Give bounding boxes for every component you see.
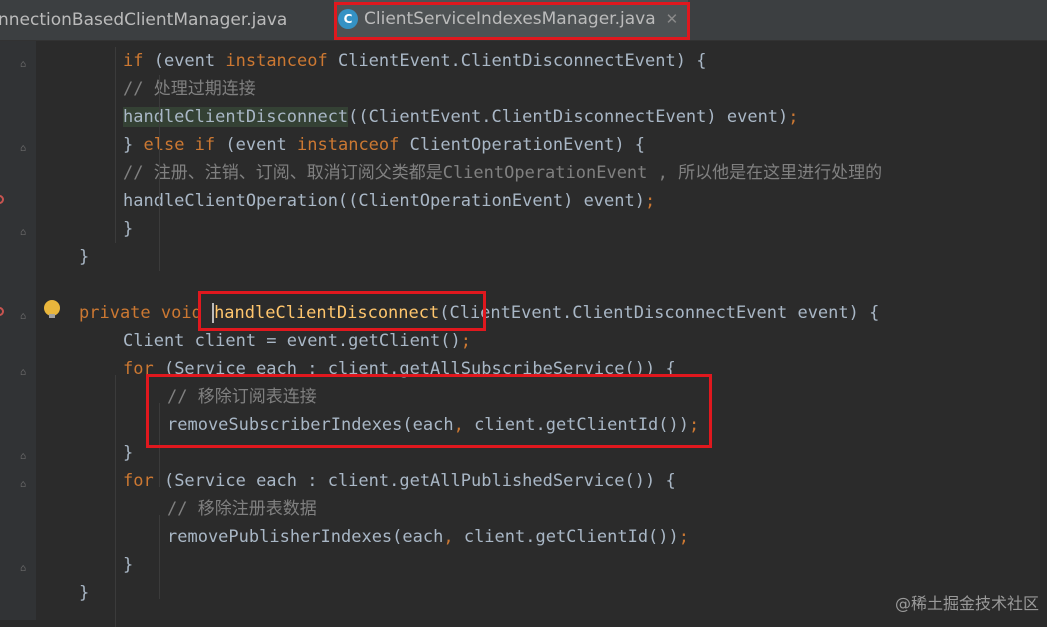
code-token: else if — [143, 135, 216, 155]
code-token: } — [123, 219, 134, 239]
code-token: ; — [678, 527, 690, 547]
code-token: (ClientEvent.ClientDisconnectEvent event… — [439, 303, 880, 323]
tab-connection-based-client-manager[interactable]: nnectionBasedClientManager.java — [0, 0, 287, 40]
fold-marker-icon[interactable]: ⌂ — [20, 228, 30, 238]
fold-marker-icon[interactable]: ⌂ — [20, 452, 30, 462]
code-line[interactable]: // 移除注册表数据 — [167, 495, 317, 523]
code-line[interactable]: // 注册、注销、订阅、取消订阅父类都是ClientOperationEvent… — [123, 159, 882, 187]
tab-label: nnectionBasedClientManager.java — [0, 10, 288, 30]
editor-gutter[interactable] — [0, 41, 36, 620]
code-line[interactable]: Client client = event.getClient(); — [123, 327, 471, 355]
code-token: // 处理过期连接 — [123, 79, 256, 99]
code-token: } — [123, 135, 144, 155]
fold-marker-icon[interactable]: ⌂ — [20, 368, 30, 378]
indent-guide — [115, 47, 116, 243]
code-token: instanceof — [297, 135, 400, 155]
highlight-box-subscriber — [146, 374, 712, 448]
code-token: (event — [215, 135, 298, 155]
indent-guide — [159, 75, 160, 271]
code-token: , — [443, 527, 454, 547]
indent-guide — [159, 515, 160, 599]
highlight-box-tab — [334, 2, 690, 40]
code-token: handleClientOperation((ClientOperationEv… — [123, 191, 645, 211]
code-token: } — [79, 247, 90, 267]
code-line[interactable]: } else if (event instanceof ClientOperat… — [123, 131, 645, 159]
code-token: } — [79, 583, 90, 603]
code-line[interactable]: for (Service each : client.getAllPublish… — [123, 467, 676, 495]
code-token: // 注册、注销、订阅、取消订阅父类都是ClientOperationEvent… — [123, 163, 883, 183]
indent-guide — [115, 375, 116, 627]
code-token: ; — [788, 107, 799, 127]
fold-marker-icon[interactable]: ⌂ — [20, 564, 30, 574]
code-editor[interactable]: if (event instanceof ClientEvent.ClientD… — [36, 41, 1047, 627]
code-line[interactable]: removePublisherIndexes(each, client.getC… — [167, 523, 689, 551]
code-token: private void — [79, 303, 213, 323]
code-line[interactable]: } — [123, 215, 133, 243]
code-token: ; — [644, 191, 656, 211]
code-token: removePublisherIndexes(each — [167, 527, 444, 547]
code-line[interactable]: if (event instanceof ClientEvent.ClientD… — [123, 47, 706, 75]
code-line[interactable]: } — [123, 551, 133, 579]
code-token: ClientEvent.ClientDisconnectEvent) { — [327, 51, 707, 71]
code-line[interactable]: } — [79, 243, 89, 271]
code-token: (Service each : client.getAllPublishedSe… — [153, 471, 676, 491]
code-line[interactable]: handleClientDisconnect((ClientEvent.Clie… — [123, 103, 799, 131]
code-token: Client client = event.getClient() — [123, 331, 461, 351]
code-line[interactable]: // 处理过期连接 — [123, 75, 256, 103]
highlight-box-method — [198, 291, 486, 331]
fold-marker-icon[interactable]: ⌂ — [20, 60, 30, 70]
code-token: handleClientDisconnect — [123, 107, 349, 127]
code-token: instanceof — [225, 51, 328, 71]
code-token: client.getClientId()) — [453, 527, 679, 547]
code-line[interactable]: } — [79, 579, 89, 607]
code-token: ; — [460, 331, 472, 351]
code-token: // 移除注册表数据 — [167, 499, 317, 519]
code-token: if — [123, 51, 144, 71]
fold-marker-icon[interactable]: ⌂ — [20, 144, 30, 154]
code-token: } — [123, 443, 134, 463]
fold-marker-icon[interactable]: ⌂ — [20, 312, 30, 322]
code-token: ((ClientEvent.ClientDisconnectEvent) eve… — [348, 107, 789, 127]
code-line[interactable]: handleClientOperation((ClientOperationEv… — [123, 187, 655, 215]
code-token: for — [123, 471, 154, 491]
code-token: (event — [143, 51, 226, 71]
code-line[interactable]: } — [123, 439, 133, 467]
code-token: } — [123, 555, 134, 575]
code-token: ClientOperationEvent) { — [399, 135, 646, 155]
fold-marker-icon[interactable]: ⌂ — [20, 480, 30, 490]
watermark: @稀土掘金技术社区 — [894, 594, 1039, 613]
